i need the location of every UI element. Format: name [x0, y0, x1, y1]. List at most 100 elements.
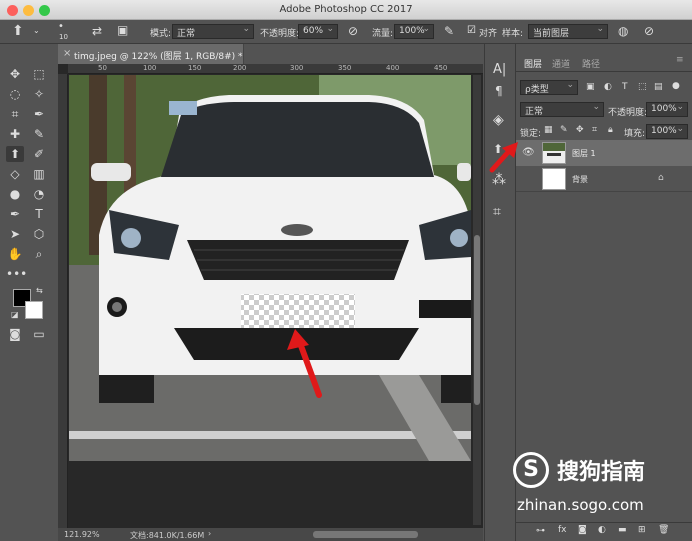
- vertical-scrollbar[interactable]: [473, 75, 481, 525]
- delete-layer-icon[interactable]: 🗑︎: [658, 525, 669, 535]
- mode-select[interactable]: 正常: [172, 24, 254, 39]
- shape-filter-icon[interactable]: ⬚: [638, 82, 647, 92]
- airbrush-icon[interactable]: ✎: [444, 24, 454, 38]
- panel-menu-icon[interactable]: ≡: [676, 55, 684, 65]
- healing-brush-tool-icon[interactable]: ✚: [6, 126, 24, 142]
- clone-source-icon[interactable]: ⇄: [92, 24, 102, 38]
- gradient-tool-icon[interactable]: ▥: [30, 166, 48, 182]
- aligned-checkbox[interactable]: ☑: [467, 25, 476, 36]
- type-tool-icon[interactable]: T: [30, 206, 48, 222]
- filter-toggle-icon[interactable]: ●: [672, 81, 680, 91]
- character-panel-icon[interactable]: A|: [493, 62, 506, 77]
- dodge-tool-icon[interactable]: ◔: [30, 186, 48, 202]
- lock-image-icon[interactable]: ✎: [560, 125, 568, 135]
- lock-row: 锁定: ▦ ✎ ✥ ⌗ 🔒︎ 填充: 100%: [516, 122, 692, 142]
- eyedropper-tool-icon[interactable]: ✒: [30, 106, 48, 122]
- pressure-size-icon[interactable]: ⊘: [644, 24, 654, 38]
- blend-mode-select[interactable]: 正常: [520, 102, 604, 117]
- mode-label: 模式:: [150, 29, 172, 39]
- blur-tool-icon[interactable]: ●: [6, 186, 24, 202]
- tab-layers[interactable]: 图层: [524, 57, 542, 70]
- smart-object-filter-icon[interactable]: ▤: [654, 82, 663, 92]
- chevron-down-icon[interactable]: ⌄: [33, 26, 40, 35]
- hand-tool-icon[interactable]: ✋: [6, 246, 24, 262]
- link-layers-icon[interactable]: ⊶: [536, 526, 545, 536]
- layer-row[interactable]: 背景 ⌂: [516, 166, 692, 192]
- layer-opacity-field[interactable]: 100%: [646, 102, 688, 117]
- quick-mask-icon[interactable]: ◙: [6, 326, 24, 342]
- sample-select[interactable]: 当前图层: [528, 24, 608, 39]
- close-tab-icon[interactable]: ×: [63, 48, 71, 59]
- panel-tabs: 图层 通道 路径 ≡: [516, 52, 692, 72]
- ruler-tick: 450: [434, 64, 448, 72]
- crop-tool-icon[interactable]: ⌗: [6, 106, 24, 122]
- layer-thumbnail: [542, 142, 566, 164]
- layer-style-icon[interactable]: fx: [558, 525, 567, 535]
- lock-position-icon[interactable]: ✥: [576, 125, 584, 135]
- default-colors-icon[interactable]: ◪: [11, 310, 19, 319]
- ruler-tick: 50: [98, 64, 107, 72]
- shape-tool-icon[interactable]: ⬡: [30, 226, 48, 242]
- adjustment-filter-icon[interactable]: ◐: [604, 82, 612, 92]
- ruler-tick: 300: [290, 64, 304, 72]
- marquee-tool-icon[interactable]: ⬚: [30, 66, 48, 82]
- crop-panel-icon[interactable]: ⌗: [493, 204, 501, 220]
- layer-filter-row: ρ类型 ▣ ◐ T ⬚ ▤ ●: [516, 78, 692, 98]
- lock-transparent-icon[interactable]: ▦: [544, 125, 553, 135]
- blend-row: 正常 不透明度: 100%: [516, 100, 692, 120]
- adjustment-layer-icon[interactable]: ◐: [598, 525, 606, 535]
- horizontal-scroll-thumb[interactable]: [313, 531, 418, 538]
- pen-tool-icon[interactable]: ✒: [6, 206, 24, 222]
- ignore-adjustment-icon[interactable]: ◍: [618, 24, 628, 38]
- lock-artboard-icon[interactable]: ⌗: [592, 125, 597, 135]
- tab-paths[interactable]: 路径: [582, 57, 600, 70]
- lasso-tool-icon[interactable]: ◌: [6, 86, 24, 102]
- path-selection-tool-icon[interactable]: ➤: [6, 226, 24, 242]
- document-info[interactable]: 文档:841.0K/1.66M: [130, 530, 204, 541]
- vertical-ruler[interactable]: [58, 74, 68, 528]
- status-menu-icon[interactable]: ›: [208, 529, 211, 538]
- clone-stamp-preset-icon[interactable]: ⬆: [12, 23, 24, 39]
- screen-mode-icon[interactable]: ▭: [30, 326, 48, 342]
- more-tools-icon[interactable]: •••: [6, 266, 27, 282]
- vertical-scroll-thumb[interactable]: [474, 235, 480, 405]
- collapsed-panels-strip: A| ¶ ◈ ⬆ ⁂ ⌗: [484, 44, 516, 541]
- opacity-field[interactable]: 60%: [298, 24, 338, 39]
- paragraph-panel-icon[interactable]: ¶: [495, 84, 503, 98]
- pixel-filter-icon[interactable]: ▣: [586, 82, 595, 92]
- sogou-logo-icon: S: [513, 452, 549, 488]
- layer-kind-filter[interactable]: ρ类型: [520, 80, 578, 95]
- magic-wand-tool-icon[interactable]: ✧: [30, 86, 48, 102]
- swap-colors-icon[interactable]: ⇆: [36, 286, 43, 295]
- add-mask-icon[interactable]: ◙: [578, 525, 587, 535]
- fill-field[interactable]: 100%: [646, 124, 688, 139]
- zoom-level[interactable]: 121.92%: [64, 530, 100, 539]
- layer-row[interactable]: 👁︎ 图层 1: [516, 140, 692, 166]
- document-tab[interactable]: × timg.jpeg @ 122% (图层 1, RGB/8#) *: [58, 44, 244, 64]
- horizontal-ruler[interactable]: 50 100 150 200 300 350 400 450: [68, 64, 483, 74]
- move-tool-icon[interactable]: ✥: [6, 66, 24, 82]
- clone-stamp-tool-icon[interactable]: ⬆: [6, 146, 24, 162]
- zoom-tool-icon[interactable]: ⌕: [30, 246, 48, 262]
- lock-all-icon[interactable]: 🔒︎: [608, 125, 613, 135]
- new-group-icon[interactable]: ▬: [618, 525, 627, 535]
- transparent-patch: [241, 294, 355, 328]
- brush-panel-icon[interactable]: ▣: [117, 23, 128, 37]
- history-brush-tool-icon[interactable]: ✐: [30, 146, 48, 162]
- tab-channels[interactable]: 通道: [552, 57, 570, 70]
- tools-panel: ✥ ⬚ ◌ ✧ ⌗ ✒ ✚ ✎ ⬆ ✐ ◇ ▥ ● ◔ ✒ T ➤ ⬡ ✋ ⌕ …: [0, 60, 58, 360]
- brush-preset-icon[interactable]: •: [58, 21, 64, 32]
- brush-size: 10: [59, 33, 68, 41]
- layers-panel-icon[interactable]: ◈: [493, 112, 504, 128]
- fill-label: 填充:: [624, 129, 646, 139]
- image-canvas[interactable]: [69, 75, 471, 461]
- brush-tool-icon[interactable]: ✎: [30, 126, 48, 142]
- new-layer-icon[interactable]: ⊞: [638, 525, 646, 535]
- type-filter-icon[interactable]: T: [622, 82, 628, 92]
- ruler-tick: 150: [188, 64, 202, 72]
- pressure-opacity-icon[interactable]: ⊘: [348, 24, 358, 38]
- eraser-tool-icon[interactable]: ◇: [6, 166, 24, 182]
- background-color-swatch[interactable]: [25, 301, 43, 319]
- aligned-label: 对齐: [479, 29, 498, 39]
- flow-field[interactable]: 100%: [394, 24, 434, 39]
